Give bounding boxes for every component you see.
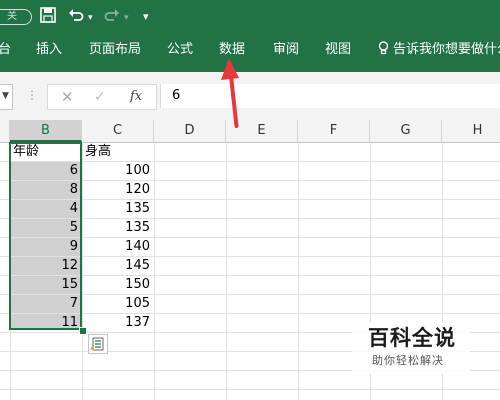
quick-analysis-icon[interactable] [88, 334, 108, 354]
fill-handle[interactable] [79, 327, 87, 335]
redo-dropdown-icon: ▾ [124, 13, 129, 23]
select-all-corner[interactable] [0, 120, 10, 142]
selection-border [9, 142, 82, 330]
name-box-dropdown-icon[interactable]: ▼ [2, 84, 9, 108]
formula-bar: ▼ ⋮ ✕ ✓ fx 6 [0, 72, 500, 121]
title-bar: 关 ▾ ▾ ▾ [0, 0, 500, 32]
tab-formulas[interactable]: 公式 [167, 41, 193, 59]
undo-icon[interactable] [68, 7, 84, 29]
tab-view[interactable]: 视图 [325, 41, 351, 59]
column-header-f[interactable]: F [298, 120, 370, 142]
formula-buttons: ✕ ✓ fx [47, 84, 157, 110]
column-header-h[interactable]: H [442, 120, 500, 142]
tab-review[interactable]: 审阅 [273, 41, 299, 59]
formula-input[interactable]: 6 [160, 84, 500, 108]
cell-c-header[interactable]: 身高 [82, 142, 154, 161]
cell-c[interactable]: 105 [82, 294, 154, 313]
cell-c[interactable]: 140 [82, 237, 154, 256]
save-icon[interactable] [40, 7, 56, 29]
enter-icon[interactable]: ✓ [94, 85, 106, 109]
ribbon-tabs: 台 插入 页面布局 公式 数据 审阅 视图 告诉我你想要做什么 [0, 32, 500, 72]
undo-dropdown-icon[interactable]: ▾ [88, 9, 93, 27]
column-header-c[interactable]: C [82, 120, 154, 142]
column-header-d[interactable]: D [154, 120, 226, 142]
tab-partial[interactable]: 台 [0, 41, 11, 59]
cell-c[interactable]: 100 [82, 161, 154, 180]
insert-function-icon[interactable]: fx [130, 85, 142, 109]
cell-c[interactable]: 137 [82, 313, 154, 332]
redo-icon [104, 7, 120, 29]
tell-me-text: 告诉我你想要做什么 [393, 42, 500, 57]
customize-quick-access-icon[interactable]: ▾ [143, 8, 149, 26]
column-header-e[interactable]: E [226, 120, 298, 142]
cell-c[interactable]: 135 [82, 218, 154, 237]
column-headers: B C D E F G H [0, 120, 500, 143]
formula-bar-grip-icon: ⋮ [26, 88, 38, 102]
watermark-title: 百科全说 [368, 326, 456, 350]
cell-c[interactable]: 150 [82, 275, 154, 294]
tab-insert[interactable]: 插入 [36, 41, 62, 59]
column-header-b[interactable]: B [10, 120, 82, 142]
watermark-logo: 百科全说 助你轻松解决 [352, 322, 470, 374]
tell-me-search[interactable]: 告诉我你想要做什么 [378, 41, 500, 61]
cell-c[interactable]: 145 [82, 256, 154, 275]
column-header-g[interactable]: G [370, 120, 442, 142]
autosave-toggle[interactable]: 关 [0, 9, 32, 25]
tab-data[interactable]: 数据 [219, 41, 245, 59]
tab-page-layout[interactable]: 页面布局 [89, 41, 141, 59]
cell-c[interactable]: 135 [82, 199, 154, 218]
cell-c[interactable]: 120 [82, 180, 154, 199]
cancel-icon[interactable]: ✕ [61, 85, 74, 109]
lightbulb-icon [378, 41, 389, 61]
watermark-subtitle: 助你轻松解决 [372, 354, 444, 367]
